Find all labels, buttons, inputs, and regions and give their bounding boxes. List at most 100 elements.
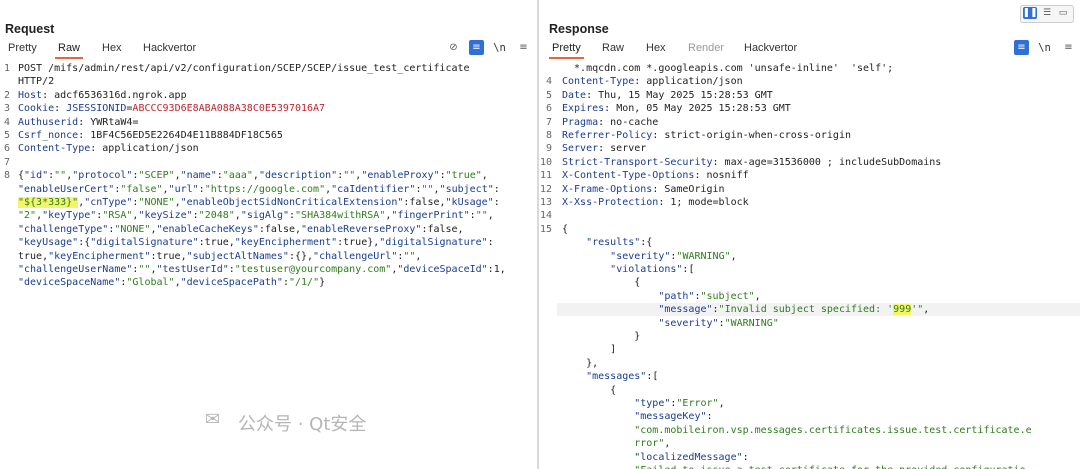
code-token: "message" [658,304,713,316]
code-line: {"id":"","protocol":"SCEP","name":"aaa",… [18,169,488,182]
code-token: : server [598,143,647,155]
code-token: : adcf6536316d.ngrok.app [42,89,187,101]
code-token: }, [562,357,599,369]
code-token: : nosniff [694,170,749,182]
code-token: "aaa" [222,170,253,182]
code-token: "NONE" [114,223,151,235]
code-token: HTTP/2 [18,76,55,88]
split-vertical-icon[interactable]: ❚❚ [1022,7,1038,19]
code-token: Csrf_nonce [18,130,79,141]
tab-render[interactable]: Render [688,42,724,54]
tab-hackvertor[interactable]: Hackvertor [744,42,797,54]
split-horizontal-icon[interactable]: ☰ [1040,7,1054,19]
code-token: "true" [445,170,482,182]
code-token: "" [54,170,67,182]
code-token: "url" [168,183,199,195]
layout-toggle[interactable]: ❚❚ ☰ ▭ [1020,5,1074,23]
code-token: : Mon, 05 May 2025 15:28:53 GMT [604,103,791,115]
code-line: Authuserid: YWRtaW4= [18,116,138,129]
tab-raw[interactable]: Raw [54,42,84,59]
code-line: rror", [562,437,670,450]
code-token: "" [403,250,416,262]
watermark: 公众号 · Qt安全 [238,414,367,435]
code-token: "2" [18,210,37,222]
code-token: "challengeType" [18,223,109,235]
code-token: :false, [421,223,464,235]
code-token: "messageKey" [634,411,707,423]
code-token: "severity" [658,317,719,329]
code-line: ] [562,343,616,356]
code-token: "enableReverseProxy" [301,223,422,235]
code-token: Authuserid [18,116,79,128]
code-token: } [562,331,641,342]
code-line: "messageKey": [562,410,713,423]
code-line: "message":"Invalid subject specified: '9… [562,303,929,316]
code-token: "keyType" [42,210,97,222]
code-line: Expires: Mon, 05 May 2025 15:28:53 GMT [562,102,791,115]
tab-pretty[interactable]: Pretty [549,42,584,59]
code-token: : [742,451,749,463]
line-number: 12 [539,183,552,195]
newline-icon[interactable]: \n [1037,40,1052,55]
code-line: POST /mifs/admin/rest/api/v2/configurati… [18,62,470,75]
code-token: , [923,304,930,316]
code-token: , [730,250,737,262]
code-line: Referrer-Policy: strict-origin-when-cros… [562,129,851,142]
eye-slash-icon[interactable]: ⊘ [446,40,461,55]
code-token: : [706,411,713,423]
wrap-icon[interactable]: ≡ [469,40,484,55]
code-token: "Failed to issue a test certificate for … [634,465,1025,469]
line-number: 4 [3,116,10,128]
code-token: :{}, [288,250,314,262]
code-line: "${3*333}","cnType":"NONE","enableObject… [18,196,500,209]
line-number: 8 [3,170,10,182]
line-number: 10 [539,156,552,168]
code-token: Content-Type [18,143,91,155]
code-token: "" [475,210,488,222]
newline-icon[interactable]: \n [492,40,507,55]
tab-raw[interactable]: Raw [602,42,624,54]
code-token: true, [18,250,49,262]
code-token: , [754,290,761,302]
code-token: Server [562,143,599,155]
code-line: Pragma: no-cache [562,116,658,129]
code-token: , [718,398,725,409]
code-token: ] [562,344,617,356]
code-token: "WARNING" [676,250,731,262]
code-token: : [487,237,494,249]
tab-pretty[interactable]: Pretty [8,42,37,54]
code-line: "severity":"WARNING", [562,250,737,263]
code-line: Csrf_nonce: 1BF4C56ED5E2264D4E11B884DF18… [18,129,283,142]
response-pane: ❚❚ ☰ ▭ Response Pretty Raw Hex Render Hackve… [539,0,1080,469]
code-token: "enableProxy" [361,170,440,182]
code-token: : Thu, 15 May 2025 15:28:53 GMT [586,89,773,101]
tab-hackvertor[interactable]: Hackvertor [143,42,196,54]
code-token: "subject" [439,183,494,195]
code-line: "path":"subject", [562,290,761,303]
line-number: 4 [545,76,552,88]
code-line: }, [562,357,598,370]
code-token: "keyUsage" [18,237,79,249]
menu-icon[interactable]: ≡ [1061,40,1076,55]
line-number: 11 [539,170,552,182]
tab-hex[interactable]: Hex [646,42,666,54]
wrap-icon[interactable]: ≡ [1014,40,1029,55]
code-token: : [493,197,500,208]
code-token: : [54,103,67,115]
menu-icon[interactable]: ≡ [516,40,531,55]
tabs-layout-icon[interactable]: ▭ [1056,7,1070,19]
code-token: :[ [646,371,659,383]
code-token: { [562,277,641,289]
code-line: "deviceSpaceName":"Global","deviceSpaceP… [18,276,325,289]
code-token: "SCEP" [138,170,175,182]
code-line: { [562,384,616,397]
code-line: X-Xss-Protection: 1; mode=block [562,196,749,209]
code-token: ABCCC93D6E8ABA088A38C0E5397016A7 [132,103,326,115]
code-token: : [493,183,500,195]
tab-hex[interactable]: Hex [102,42,122,54]
response-title: Response [549,22,609,36]
code-token: : YWRtaW4= [78,116,139,128]
